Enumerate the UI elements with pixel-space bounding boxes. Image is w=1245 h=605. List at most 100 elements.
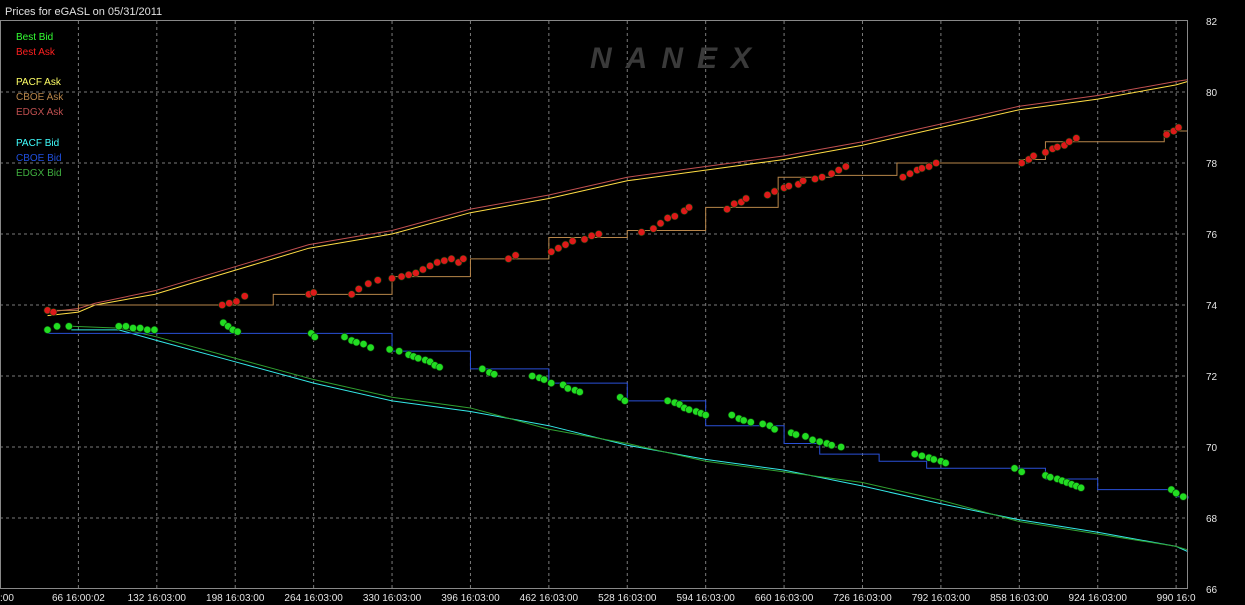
legend-edgx-ask: EDGX Ask <box>16 107 64 118</box>
best-bid-point <box>136 324 145 332</box>
best-bid-point <box>808 435 817 444</box>
y-tick-label: 74 <box>1206 301 1218 312</box>
best-ask-point <box>906 169 914 178</box>
best-bid-point <box>620 396 629 405</box>
best-bid-point <box>575 388 584 396</box>
x-axis: :00:00 66 16:00:02 132 16:03:00 198 16:03:0… <box>0 593 1196 604</box>
best-ask-point <box>594 230 603 238</box>
best-ask-point <box>799 176 807 185</box>
y-tick-label: 70 <box>1206 443 1218 454</box>
y-tick-label: 76 <box>1206 230 1218 241</box>
watermark: NANEX <box>590 42 765 75</box>
best-ask-point <box>504 254 513 263</box>
x-tick-label: 594 16:03:00 <box>676 593 735 604</box>
best-bid-point <box>663 396 672 405</box>
best-bid-point <box>540 375 549 384</box>
best-ask-point <box>547 247 556 256</box>
best-ask-point <box>49 308 58 316</box>
best-ask-point <box>723 205 731 214</box>
best-ask-point <box>649 224 658 233</box>
price-chart: NANEX Prices for eGASL on 05/31/2011 Bes… <box>0 0 1245 605</box>
best-ask-point <box>580 235 589 244</box>
chart-title: Prices for eGASL on 05/31/2011 <box>5 6 162 18</box>
best-bid-point <box>801 432 810 441</box>
best-bid-point <box>929 455 938 464</box>
best-ask-point <box>1029 151 1038 160</box>
best-bid-point <box>143 325 152 334</box>
x-tick-label: :00:00 <box>0 593 14 604</box>
x-tick-label: 264 16:03:00 <box>284 593 343 604</box>
best-ask-point <box>730 199 739 208</box>
legend-best-ask: Best Ask <box>16 47 56 58</box>
best-ask-point <box>925 162 933 171</box>
best-bid-point <box>366 343 375 352</box>
x-tick-label: 858 16:03:00 <box>990 593 1049 604</box>
best-bid-point <box>910 450 919 458</box>
best-bid-point <box>478 364 487 373</box>
best-ask-point <box>364 279 373 288</box>
best-bid-point <box>746 418 755 427</box>
best-bid-point <box>435 363 444 372</box>
best-ask-point <box>561 240 570 249</box>
best-ask-point <box>811 175 819 183</box>
best-bid-point <box>395 347 404 356</box>
best-bid-point <box>114 322 123 331</box>
best-ask-point <box>1017 159 1026 167</box>
x-tick-label: 132 16:03:00 <box>128 593 187 604</box>
best-bid-point <box>827 441 836 450</box>
best-bid-point <box>563 384 572 393</box>
best-ask-point <box>218 301 227 309</box>
legend-pacf-bid: PACF Bid <box>16 138 59 149</box>
best-ask-point <box>354 285 363 293</box>
best-ask-point <box>1174 123 1183 132</box>
legend-edgx-bid: EDGX Bid <box>16 168 62 179</box>
best-bid-point <box>53 322 61 331</box>
best-ask-point <box>742 194 750 203</box>
best-bid-point <box>701 411 710 419</box>
y-tick-label: 68 <box>1206 514 1218 525</box>
legend-pacf-ask: PACF Ask <box>16 77 62 88</box>
x-tick-label: 660 16:03:00 <box>755 593 814 604</box>
best-bid-point <box>917 451 926 460</box>
best-ask-point <box>433 258 442 267</box>
best-ask-point <box>834 166 843 174</box>
best-ask-point <box>763 191 772 199</box>
best-ask-point <box>898 173 907 182</box>
best-ask-point <box>1162 130 1171 139</box>
best-ask-point <box>917 164 926 173</box>
x-tick-label: 396 16:03:00 <box>441 593 500 604</box>
best-ask-point <box>388 274 396 283</box>
best-ask-point <box>225 299 234 308</box>
best-bid-point <box>528 372 537 380</box>
best-ask-point <box>568 237 577 245</box>
best-ask-point <box>1072 134 1081 143</box>
x-tick-label: 528 16:03:00 <box>598 593 657 604</box>
best-ask-point <box>373 276 382 285</box>
x-tick-label: 924 16:03:00 <box>1069 593 1128 604</box>
y-tick-label: 78 <box>1206 159 1218 170</box>
best-bid-point <box>685 405 693 414</box>
best-bid-point <box>385 345 394 354</box>
y-tick-label: 82 <box>1206 17 1218 28</box>
best-ask-point <box>511 251 520 260</box>
best-ask-point <box>309 288 318 297</box>
best-ask-point <box>554 244 563 253</box>
best-bid-point <box>340 333 349 341</box>
best-bid-point <box>815 437 824 446</box>
best-ask-point <box>770 187 779 196</box>
best-bid-point <box>122 322 130 331</box>
x-tick-label: 198 16:03:00 <box>206 593 265 604</box>
best-bid-point <box>43 325 52 334</box>
x-tick-label: 990 16:0 <box>1157 593 1196 604</box>
best-ask-point <box>440 256 449 265</box>
best-bid-point <box>792 430 800 439</box>
best-bid-point <box>310 333 319 341</box>
best-ask-point <box>818 173 826 182</box>
best-ask-point <box>232 297 241 306</box>
best-bid-point <box>1010 464 1019 473</box>
best-ask-point <box>411 269 420 277</box>
best-ask-point <box>447 254 456 263</box>
best-bid-point <box>490 370 499 379</box>
best-ask-point <box>240 292 249 301</box>
best-bid-point <box>359 340 368 348</box>
